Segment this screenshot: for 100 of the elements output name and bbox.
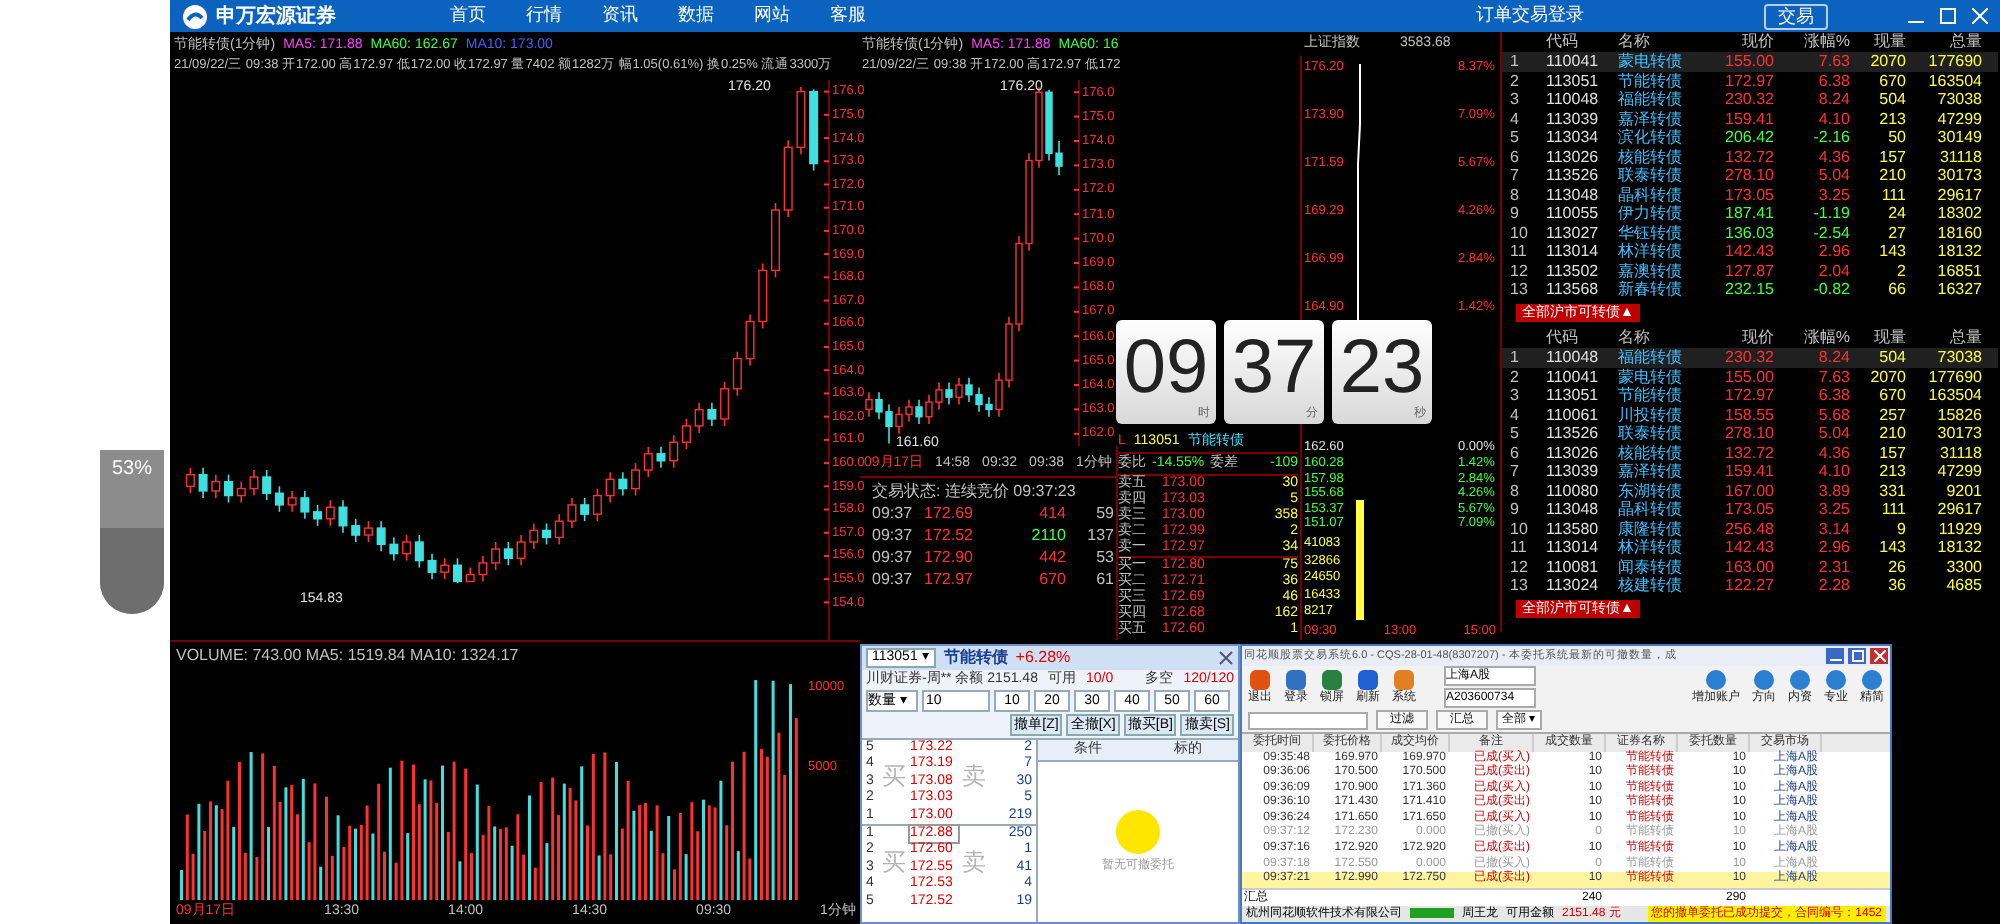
row-index: 7 <box>1508 166 1521 185</box>
quote-row[interactable]: 3 110048 福能转债 230.32 8.24 504 73038 <box>1502 90 1998 109</box>
quote-row[interactable]: 8 113048 晶科转债 173.05 3.25 111 29617 <box>1502 185 1998 204</box>
volume-cell-text: 26 <box>1886 557 1906 576</box>
quote-row[interactable]: 5 113034 滨化转债 206.42 -2.16 50 30149 <box>1502 128 1998 147</box>
quote-row[interactable]: 13 113568 新春转债 232.15 -0.82 66 16327 <box>1502 280 1998 299</box>
nav-link[interactable]: 行情 <box>526 2 562 30</box>
change-cell-text: -0.82 <box>1811 280 1850 299</box>
row-index: 3 <box>1508 90 1521 109</box>
name-cell-text: 福能转债 <box>1618 90 1684 109</box>
nav-link[interactable]: 首页 <box>450 2 486 30</box>
name-cell-text: 新春转债 <box>1618 280 1684 299</box>
maximize-icon[interactable] <box>1940 8 1956 24</box>
trade-button[interactable]: 交易 <box>1764 3 1828 29</box>
total-cell-text: 16851 <box>1935 261 1982 280</box>
volume-cell-text: 331 <box>1877 481 1906 500</box>
total-cell-text: 31118 <box>1937 147 1982 166</box>
row-index: 9 <box>1508 204 1521 223</box>
change-cell-text: 2.96 <box>1816 242 1850 261</box>
volume-cell-text: 143 <box>1877 538 1906 557</box>
code-cell-text: 113526 <box>1546 166 1601 185</box>
code-cell-text: 113580 <box>1546 519 1601 538</box>
nav-link[interactable]: 客服 <box>830 2 866 30</box>
column-header: 代码 <box>1546 32 1580 52</box>
column-header: 涨幅% <box>1801 328 1850 348</box>
volume-cell-text: 257 <box>1877 405 1906 424</box>
total-cell-text: 18132 <box>1935 242 1982 261</box>
quote-row[interactable]: 11 113014 林洋转债 142.43 2.96 143 18132 <box>1502 242 1998 261</box>
candle <box>529 522 539 550</box>
quote-row[interactable]: 12 110081 闻泰转债 163.00 2.31 26 3300 <box>1502 557 1998 576</box>
quote-row[interactable]: 13 113024 核建转债 122.27 2.28 36 4685 <box>1502 576 1998 595</box>
quote-row[interactable]: 10 113580 康隆转债 256.48 3.14 9 11929 <box>1502 519 1998 538</box>
name-cell-text: 嘉澳转债 <box>1618 261 1684 280</box>
name-cell-text: 晶科转债 <box>1618 500 1684 519</box>
change-cell-text: -1.19 <box>1811 204 1850 223</box>
quote-row[interactable]: 2 113051 节能转债 172.97 6.38 670 163504 <box>1502 71 1998 90</box>
candle <box>567 497 577 529</box>
row-index: 8 <box>1508 185 1521 204</box>
tick-price: 172.69 <box>924 502 975 524</box>
quote-row[interactable]: 3 113051 节能转债 172.97 6.38 670 163504 <box>1502 386 1998 405</box>
quote-row[interactable]: 6 113026 核能转债 132.72 4.36 157 31118 <box>1502 443 1998 462</box>
candle <box>300 490 310 520</box>
volume-cell-text: 2070 <box>1868 367 1906 386</box>
volume-bar <box>1356 500 1364 620</box>
row-index: 4 <box>1508 405 1521 424</box>
name-cell-text: 伊力转债 <box>1618 204 1684 223</box>
tick-time: 09:37 <box>872 524 915 546</box>
total-cell-text: 11929 <box>1936 519 1982 538</box>
code-cell-text: 110080 <box>1546 481 1601 500</box>
name-cell-text: 蒙电转债 <box>1618 52 1684 71</box>
column-header: 总量 <box>1948 328 1982 348</box>
close-icon[interactable] <box>1218 650 1234 666</box>
quote-row[interactable]: 1 110041 蒙电转债 155.00 7.63 2070 177690 <box>1502 52 1998 71</box>
quote-row[interactable]: 9 113048 晶科转债 173.05 3.25 111 29617 <box>1502 500 1998 519</box>
quote-row[interactable]: 1 110048 福能转债 230.32 8.24 504 73038 <box>1502 348 1998 367</box>
row-index: 2 <box>1508 367 1521 386</box>
price-cell-text: 232.15 <box>1723 280 1774 299</box>
change-cell-text: -2.16 <box>1811 128 1850 147</box>
quote-row[interactable]: 4 110061 川投转债 158.55 5.68 257 15826 <box>1502 405 1998 424</box>
toolbar-icon <box>1320 668 1344 693</box>
quote-row[interactable]: 6 113026 核能转债 132.72 4.36 157 31118 <box>1502 147 1998 166</box>
quote-row[interactable]: 8 110080 东湖转债 167.00 3.89 331 9201 <box>1502 481 1998 500</box>
quote-row[interactable]: 7 113039 嘉泽转债 159.41 4.10 213 47299 <box>1502 462 1998 481</box>
nav-link[interactable]: 资讯 <box>602 2 638 30</box>
quote-row[interactable]: 12 113502 嘉澳转债 127.87 2.04 2 16851 <box>1502 261 1998 280</box>
price-cell-text: 278.10 <box>1723 166 1774 185</box>
minimize-icon[interactable] <box>1826 647 1844 664</box>
change-cell-text: 8.24 <box>1816 90 1850 109</box>
volume-cell-text: 50 <box>1886 128 1906 147</box>
name-cell-text: 联泰转债 <box>1618 166 1684 185</box>
code-cell-text: 110061 <box>1546 405 1601 424</box>
price-cell-text: 187.41 <box>1723 204 1774 223</box>
price-cell-text: 173.05 <box>1723 185 1774 204</box>
price-cell-text: 142.43 <box>1723 242 1774 261</box>
column-header: 现价 <box>1740 328 1774 348</box>
quote-row[interactable]: 9 110055 伊力转债 187.41 -1.19 24 18302 <box>1502 204 1998 223</box>
code-cell-text: 113024 <box>1546 576 1601 595</box>
gauge-label: 53% <box>109 456 154 484</box>
column-header: 现价 <box>1740 32 1774 52</box>
quote-row[interactable]: 5 113526 联泰转债 278.10 5.04 210 30173 <box>1502 424 1998 443</box>
tick-time: 09:37 <box>872 568 915 590</box>
login-link[interactable]: 订单交易登录 <box>1476 2 1584 30</box>
total-cell-text: 30149 <box>1935 128 1982 147</box>
nav-link[interactable]: 网站 <box>754 2 790 30</box>
volume-cell-text: 504 <box>1877 90 1906 109</box>
code-cell-text: 113568 <box>1546 280 1601 299</box>
name-cell-text: 晶科转债 <box>1618 185 1684 204</box>
candle <box>694 401 704 434</box>
quote-row[interactable]: 4 113039 嘉泽转债 159.41 4.10 213 47299 <box>1502 109 1998 128</box>
quote-row[interactable]: 2 110041 蒙电转债 155.00 7.63 2070 177690 <box>1502 367 1998 386</box>
watermark-text: 买 <box>882 764 906 790</box>
nav-link[interactable]: 数据 <box>678 2 714 30</box>
quote-row[interactable]: 11 113014 林洋转债 142.43 2.96 143 18132 <box>1502 538 1998 557</box>
price-cell-text: 159.41 <box>1723 109 1774 128</box>
price-cell-text: 136.03 <box>1723 223 1774 242</box>
code-cell-text: 113502 <box>1546 261 1601 280</box>
maximize-icon[interactable] <box>1848 647 1866 664</box>
total-cell-text: 73038 <box>1935 348 1982 367</box>
quote-row[interactable]: 10 113027 华钰转债 136.03 -2.54 27 18160 <box>1502 223 1998 242</box>
quote-row[interactable]: 7 113526 联泰转债 278.10 5.04 210 30173 <box>1502 166 1998 185</box>
